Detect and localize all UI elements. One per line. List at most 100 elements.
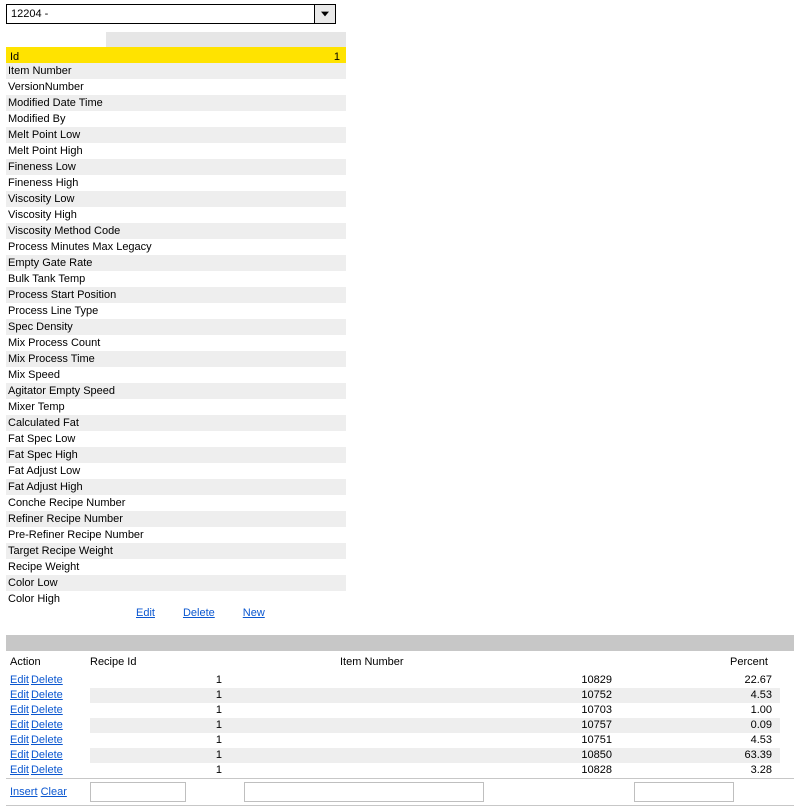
detail-value [178, 127, 346, 143]
col-recipe-header: Recipe Id [90, 656, 230, 668]
cell-percent: 4.53 [620, 733, 780, 748]
footer-actions: Insert Clear [10, 786, 90, 798]
row-delete-link[interactable]: Delete [31, 734, 63, 746]
cell-recipe-id: 1 [90, 688, 230, 703]
detail-value [178, 271, 346, 287]
detail-value [178, 175, 346, 191]
row-edit-link[interactable]: Edit [10, 719, 29, 731]
detail-value [178, 351, 346, 367]
cell-recipe-id: 1 [90, 733, 230, 748]
detail-label: VersionNumber [6, 79, 178, 95]
row-delete-link[interactable]: Delete [31, 764, 63, 776]
table-row: EditDelete1107570.09 [6, 718, 794, 733]
detail-row: Modified By [6, 111, 346, 127]
detail-label: Mix Speed [6, 367, 178, 383]
detail-row: Viscosity Low [6, 191, 346, 207]
detail-value [178, 303, 346, 319]
detail-label: Conche Recipe Number [6, 495, 178, 511]
row-edit-link[interactable]: Edit [10, 734, 29, 746]
detail-row: Fat Spec High [6, 447, 346, 463]
new-link[interactable]: New [243, 607, 265, 619]
cell-item-number: 10703 [230, 703, 620, 718]
detail-label: Mix Process Count [6, 335, 178, 351]
cell-recipe-id: 1 [90, 748, 230, 763]
row-delete-link[interactable]: Delete [31, 704, 63, 716]
cell-item-number: 10850 [230, 748, 620, 763]
detail-row: Target Recipe Weight [6, 543, 346, 559]
detail-row: Mix Speed [6, 367, 346, 383]
detail-row: VersionNumber [6, 79, 346, 95]
edit-link[interactable]: Edit [136, 607, 155, 619]
row-delete-link[interactable]: Delete [31, 719, 63, 731]
sub-table: Action Recipe Id Item Number Percent Edi… [6, 635, 794, 805]
cell-recipe-id: 1 [90, 763, 230, 778]
delete-link[interactable]: Delete [183, 607, 215, 619]
row-delete-link[interactable]: Delete [31, 689, 63, 701]
detail-row: Mix Process Count [6, 335, 346, 351]
row-edit-link[interactable]: Edit [10, 704, 29, 716]
table-row: EditDelete1108283.28 [6, 763, 794, 778]
detail-label: Recipe Weight [6, 559, 178, 575]
detail-value [178, 223, 346, 239]
recipe-id-input[interactable] [90, 782, 186, 802]
cell-item-number: 10829 [230, 673, 620, 688]
row-edit-link[interactable]: Edit [10, 674, 29, 686]
detail-label: Spec Density [6, 319, 178, 335]
detail-label: Process Minutes Max Legacy [6, 239, 178, 255]
detail-label: Viscosity High [6, 207, 178, 223]
row-edit-link[interactable]: Edit [10, 689, 29, 701]
percent-input[interactable] [634, 782, 734, 802]
detail-label: Item Number [6, 63, 178, 79]
detail-row: Refiner Recipe Number [6, 511, 346, 527]
detail-value [178, 431, 346, 447]
detail-value [178, 191, 346, 207]
detail-row: Viscosity High [6, 207, 346, 223]
detail-row: Calculated Fat [6, 415, 346, 431]
cell-item-number: 10752 [230, 688, 620, 703]
table-row: EditDelete11082922.67 [6, 673, 794, 688]
detail-value [178, 463, 346, 479]
detail-actions: Edit Delete New [6, 607, 346, 619]
detail-label: Color High [6, 591, 178, 607]
detail-value [178, 543, 346, 559]
row-edit-link[interactable]: Edit [10, 764, 29, 776]
detail-value [178, 95, 346, 111]
cell-item-number: 10751 [230, 733, 620, 748]
col-item-header: Item Number [230, 656, 620, 668]
detail-label: Melt Point Low [6, 127, 178, 143]
detail-value [178, 159, 346, 175]
detail-label: Process Start Position [6, 287, 178, 303]
detail-value [178, 367, 346, 383]
detail-label: Viscosity Method Code [6, 223, 178, 239]
detail-label: Fat Spec Low [6, 431, 178, 447]
row-edit-link[interactable]: Edit [10, 749, 29, 761]
detail-label: Fat Spec High [6, 447, 178, 463]
detail-value [178, 255, 346, 271]
dropdown-button[interactable] [314, 5, 335, 23]
detail-row: Fat Spec Low [6, 431, 346, 447]
detail-value [178, 399, 346, 415]
detail-row: Process Minutes Max Legacy [6, 239, 346, 255]
item-select-dropdown[interactable]: 12204 - [6, 4, 336, 24]
detail-label: Fineness High [6, 175, 178, 191]
detail-label: Calculated Fat [6, 415, 178, 431]
col-percent-header: Percent [620, 656, 780, 668]
cell-recipe-id: 1 [90, 703, 230, 718]
clear-link[interactable]: Clear [41, 786, 67, 798]
row-delete-link[interactable]: Delete [31, 749, 63, 761]
item-number-input[interactable] [244, 782, 484, 802]
table-row: EditDelete11085063.39 [6, 748, 794, 763]
detail-row: Fat Adjust High [6, 479, 346, 495]
row-actions: EditDelete [10, 703, 90, 718]
row-actions: EditDelete [10, 673, 90, 688]
row-delete-link[interactable]: Delete [31, 674, 63, 686]
detail-row: Id1 [6, 47, 346, 63]
detail-label: Melt Point High [6, 143, 178, 159]
detail-label: Agitator Empty Speed [6, 383, 178, 399]
insert-link[interactable]: Insert [10, 786, 38, 798]
detail-row: Melt Point High [6, 143, 346, 159]
table-row: EditDelete1107031.00 [6, 703, 794, 718]
detail-row: Item Number [6, 63, 346, 79]
detail-row: Viscosity Method Code [6, 223, 346, 239]
row-actions: EditDelete [10, 733, 90, 748]
